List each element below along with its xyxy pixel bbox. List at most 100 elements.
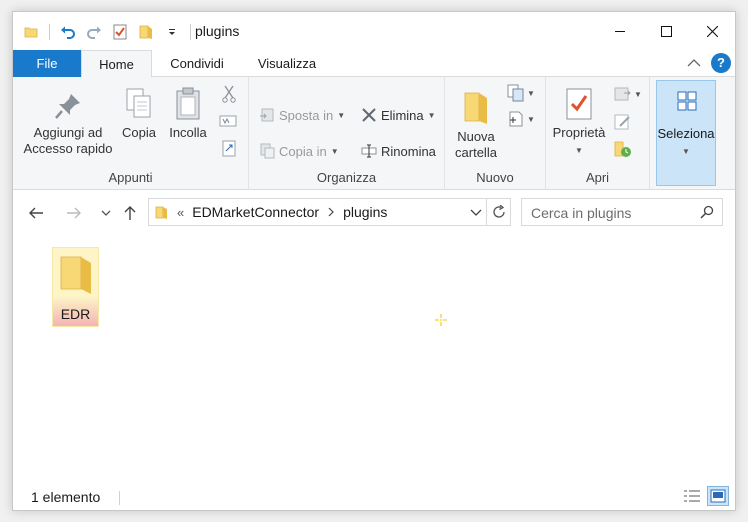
delete-icon — [362, 108, 376, 122]
breadcrumb-item[interactable]: EDMarketConnector — [192, 204, 319, 220]
move-to-icon — [260, 108, 274, 122]
chevron-down-icon: ▼ — [527, 114, 535, 124]
search-input[interactable]: Cerca in plugins — [531, 205, 631, 221]
tab-view[interactable]: Visualizza — [249, 50, 325, 77]
copy-path-icon[interactable] — [219, 114, 237, 131]
easy-access-icon — [509, 111, 523, 127]
item-count: 1 elemento — [31, 489, 101, 505]
view-toggle — [681, 486, 729, 506]
open-group: Proprietà ▼ ▼ Apri — [546, 77, 650, 190]
clipboard-group: Aggiungi ad Accesso rapido Copia Incolla… — [13, 77, 249, 190]
rename-icon — [361, 144, 377, 158]
quick-access-toolbar — [21, 22, 193, 42]
folder-item[interactable]: EDR — [52, 247, 99, 327]
explorer-window: plugins File Home Condividi Visualizza ? — [12, 11, 736, 511]
new-folder-label-line1: Nuova — [457, 129, 495, 144]
tab-share[interactable]: Condividi — [161, 50, 233, 77]
qat-separator — [49, 24, 50, 40]
arrow-right-icon — [67, 207, 81, 219]
paste-icon — [176, 87, 200, 120]
chevron-down-icon: ▼ — [575, 146, 583, 155]
status-separator — [119, 491, 120, 505]
redo-icon[interactable] — [84, 22, 104, 42]
history-icon[interactable] — [614, 139, 632, 162]
paste-button[interactable]: Incolla — [165, 87, 211, 141]
clipboard-group-label: Appunti — [108, 170, 153, 185]
busy-cursor-icon — [433, 312, 449, 331]
back-button[interactable] — [25, 202, 47, 224]
chevron-down-icon: ▼ — [427, 110, 436, 120]
properties-check-icon[interactable] — [110, 22, 130, 42]
cut-icon[interactable] — [221, 85, 237, 106]
address-dropdown[interactable] — [470, 205, 482, 220]
folder-name: EDR — [60, 306, 91, 322]
easy-access-button[interactable]: ▼ — [507, 110, 535, 128]
chevron-down-icon: ▼ — [330, 146, 339, 156]
new-folder-button[interactable]: Nuova cartella — [455, 89, 497, 161]
ribbon: Aggiungi ad Accesso rapido Copia Incolla… — [13, 77, 735, 190]
new-folder-qat-icon[interactable] — [136, 22, 156, 42]
rename-button[interactable]: Rinomina — [361, 143, 436, 159]
help-icon[interactable]: ? — [711, 53, 731, 73]
paste-shortcut-icon[interactable] — [221, 139, 237, 160]
undo-icon[interactable] — [58, 22, 78, 42]
folder-icon — [155, 206, 167, 219]
refresh-icon — [492, 205, 505, 218]
refresh-button[interactable] — [487, 198, 511, 226]
chevron-down-icon: ▼ — [682, 147, 690, 156]
new-item-button[interactable]: ▼ — [507, 84, 535, 102]
new-folder-icon — [464, 92, 487, 124]
pin-label-line1: Aggiungi ad — [33, 125, 103, 140]
recent-locations-button[interactable] — [95, 202, 117, 224]
organize-group-label: Organizza — [316, 170, 377, 185]
close-button[interactable] — [689, 12, 735, 50]
open-icon — [614, 87, 631, 101]
new-item-icon — [507, 84, 524, 102]
collapse-ribbon-icon[interactable] — [687, 56, 701, 71]
move-to-button[interactable]: Sposta in ▼ — [259, 107, 345, 123]
copy-to-icon — [260, 143, 275, 159]
address-bar[interactable]: « EDMarketConnector plugins — [148, 198, 487, 226]
details-view-button[interactable] — [681, 486, 703, 506]
customize-qat-icon[interactable] — [162, 22, 182, 42]
forward-button[interactable] — [63, 202, 85, 224]
delete-label: Elimina — [381, 107, 424, 123]
arrow-up-icon — [124, 206, 136, 220]
tab-file[interactable]: File — [13, 50, 81, 77]
breadcrumb-overflow[interactable]: « — [177, 205, 184, 220]
copy-label: Copia — [122, 125, 156, 140]
maximize-icon — [660, 25, 672, 37]
search-box[interactable]: Cerca in plugins — [521, 198, 723, 226]
select-icon — [677, 91, 697, 111]
pin-quick-access-button[interactable]: Aggiungi ad Accesso rapido — [19, 91, 117, 157]
folder-icon — [60, 256, 91, 294]
search-icon[interactable] — [700, 205, 714, 222]
ribbon-controls: ? — [687, 53, 731, 73]
chevron-down-icon — [101, 210, 111, 216]
file-list: EDR — [13, 234, 735, 484]
large-icons-view-icon — [710, 489, 726, 503]
maximize-button[interactable] — [643, 12, 689, 50]
move-to-label: Sposta in — [279, 107, 334, 123]
up-button[interactable] — [119, 202, 141, 224]
breadcrumb-item[interactable]: plugins — [343, 204, 387, 220]
minimize-icon — [615, 31, 625, 32]
close-icon — [706, 25, 718, 37]
title-bar: plugins — [13, 12, 735, 50]
properties-button[interactable]: Proprietà ▼ — [550, 87, 608, 159]
select-button[interactable]: Seleziona ▼ — [656, 80, 716, 186]
tab-home[interactable]: Home — [81, 50, 152, 78]
chevron-down-icon — [470, 209, 482, 216]
chevron-right-icon[interactable] — [327, 207, 335, 217]
open-button[interactable]: ▼ — [614, 85, 642, 103]
status-bar: 1 elemento — [13, 484, 735, 510]
delete-button[interactable]: Elimina ▼ — [361, 107, 436, 123]
copy-to-button[interactable]: Copia in ▼ — [259, 143, 339, 159]
copy-button[interactable]: Copia — [119, 87, 159, 141]
select-label: Seleziona — [657, 126, 715, 141]
edit-icon[interactable] — [614, 113, 632, 134]
large-icons-view-button[interactable] — [707, 486, 729, 506]
chevron-down-icon: ▼ — [337, 110, 346, 120]
minimize-button[interactable] — [597, 12, 643, 50]
folder-icon — [21, 22, 41, 42]
